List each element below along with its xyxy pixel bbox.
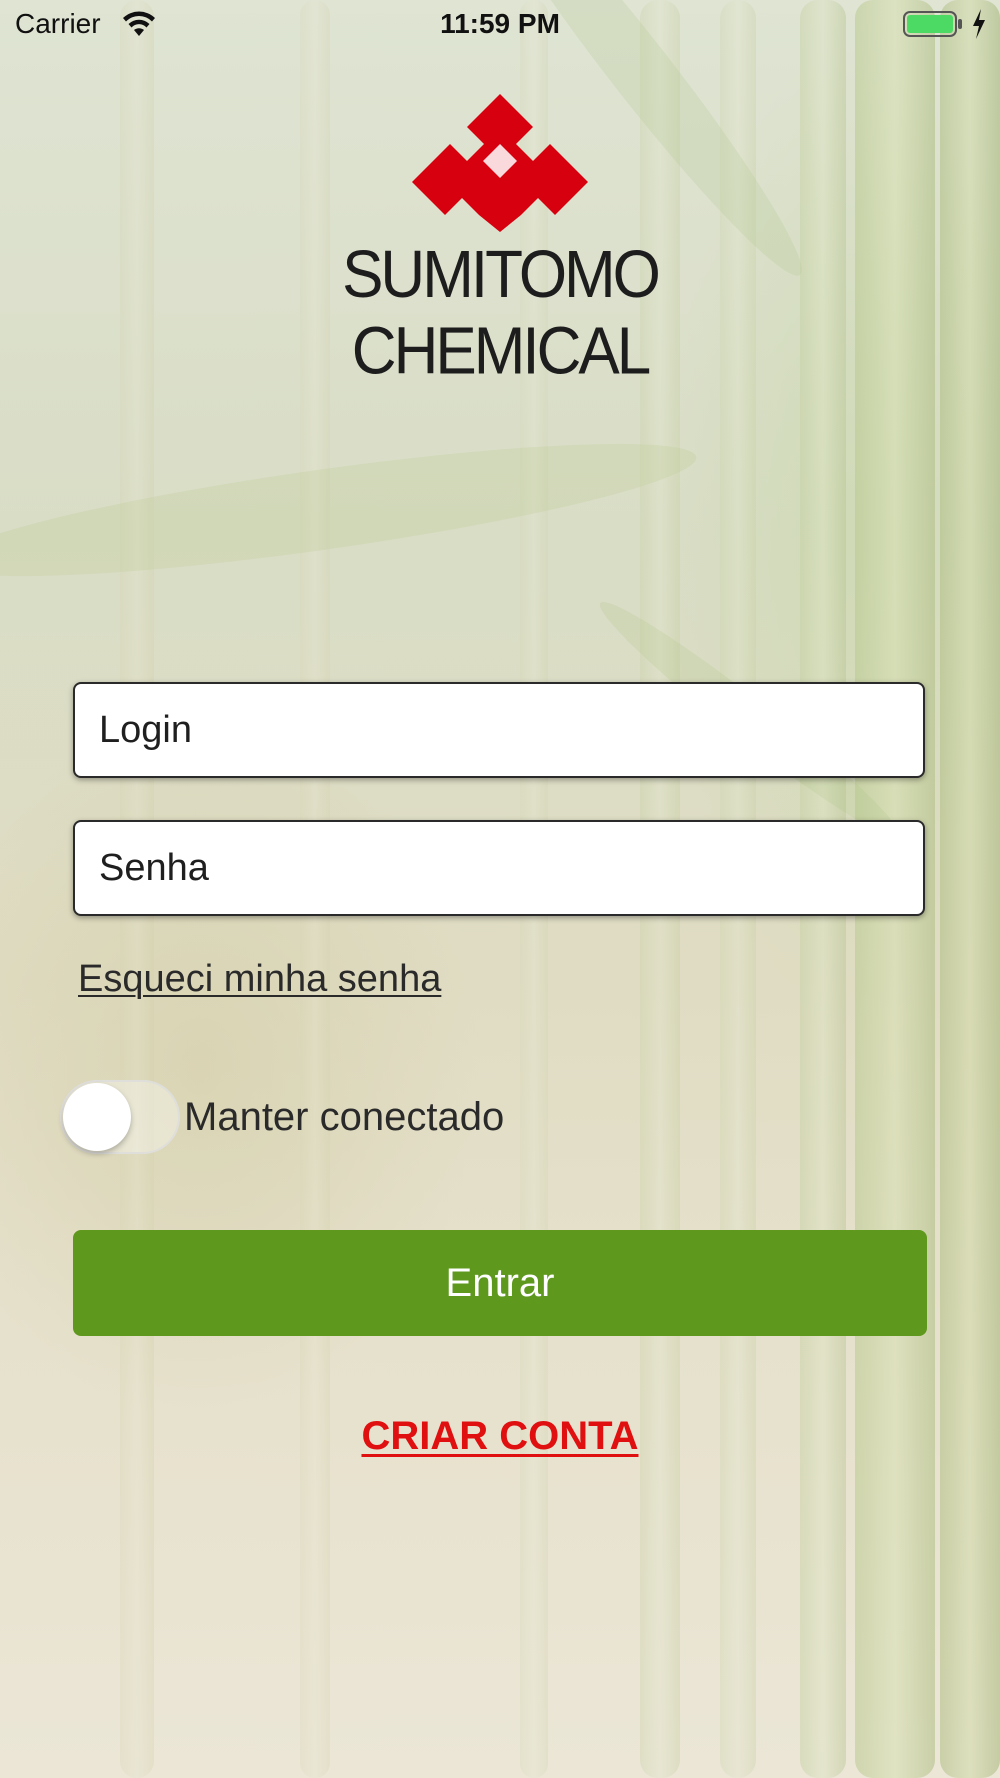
sumitomo-logo: SUMITOMO CHEMICAL	[230, 92, 770, 389]
toggle-knob	[63, 1083, 131, 1151]
battery-icon	[903, 11, 962, 37]
status-bar: Carrier 11:59 PM	[0, 0, 1000, 50]
login-input[interactable]	[73, 682, 925, 778]
password-input[interactable]	[73, 820, 925, 916]
login-screen: Carrier 11:59 PM SUMITOMO CHEMICAL Esque…	[0, 0, 1000, 1778]
create-account-link[interactable]: CRIAR CONTA	[0, 1414, 1000, 1459]
logo-mark-icon	[412, 94, 588, 232]
charging-bolt-icon	[973, 9, 985, 39]
keep-connected-toggle[interactable]	[60, 1080, 180, 1154]
forgot-password-link[interactable]: Esqueci minha senha	[78, 958, 441, 1001]
clock: 11:59 PM	[440, 8, 560, 39]
enter-button[interactable]: Entrar	[73, 1230, 927, 1336]
logo-text: SUMITOMO CHEMICAL	[342, 237, 661, 389]
keep-connected-label: Manter conectado	[184, 1095, 505, 1139]
